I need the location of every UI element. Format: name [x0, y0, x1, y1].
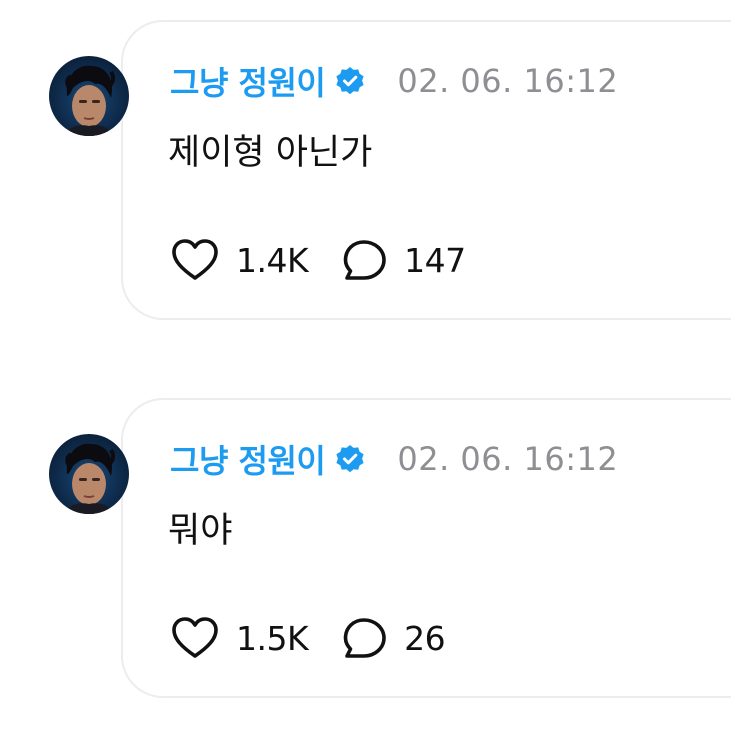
- reply-count: 147: [404, 240, 466, 280]
- verified-badge-icon: [335, 444, 365, 474]
- comment-header: 그냥 정원이 02. 06. 16:12: [170, 58, 618, 104]
- timestamp: 02. 06. 16:12: [397, 440, 619, 478]
- reply-count: 26: [404, 618, 446, 658]
- like-count: 1.5K: [236, 618, 309, 658]
- comment-feed: 그냥 정원이 02. 06. 16:12 제이형 아닌가 1.4K 147 그냥…: [0, 0, 731, 731]
- speech-bubble-icon: [342, 616, 388, 660]
- comment-header: 그냥 정원이 02. 06. 16:12: [170, 436, 618, 482]
- comment-text: 뭐야: [168, 511, 233, 551]
- avatar[interactable]: [49, 434, 129, 514]
- comment-actions: 1.5K 26: [170, 614, 446, 662]
- comment-actions: 1.4K 147: [170, 236, 466, 284]
- heart-icon: [170, 238, 220, 282]
- like-button[interactable]: 1.5K: [170, 616, 309, 660]
- reply-button[interactable]: 147: [342, 238, 466, 282]
- like-button[interactable]: 1.4K: [170, 238, 309, 282]
- avatar[interactable]: [49, 56, 129, 136]
- username[interactable]: 그냥 정원이: [170, 58, 326, 104]
- comment-text: 제이형 아닌가: [168, 133, 373, 173]
- reply-button[interactable]: 26: [342, 616, 446, 660]
- username[interactable]: 그냥 정원이: [170, 436, 326, 482]
- speech-bubble-icon: [342, 238, 388, 282]
- comment-card: 그냥 정원이 02. 06. 16:12 제이형 아닌가 1.4K 147: [0, 20, 731, 320]
- like-count: 1.4K: [236, 240, 309, 280]
- heart-icon: [170, 616, 220, 660]
- verified-badge-icon: [335, 66, 365, 96]
- comment-card: 그냥 정원이 02. 06. 16:12 뭐야 1.5K 26: [0, 398, 731, 698]
- timestamp: 02. 06. 16:12: [397, 62, 619, 100]
